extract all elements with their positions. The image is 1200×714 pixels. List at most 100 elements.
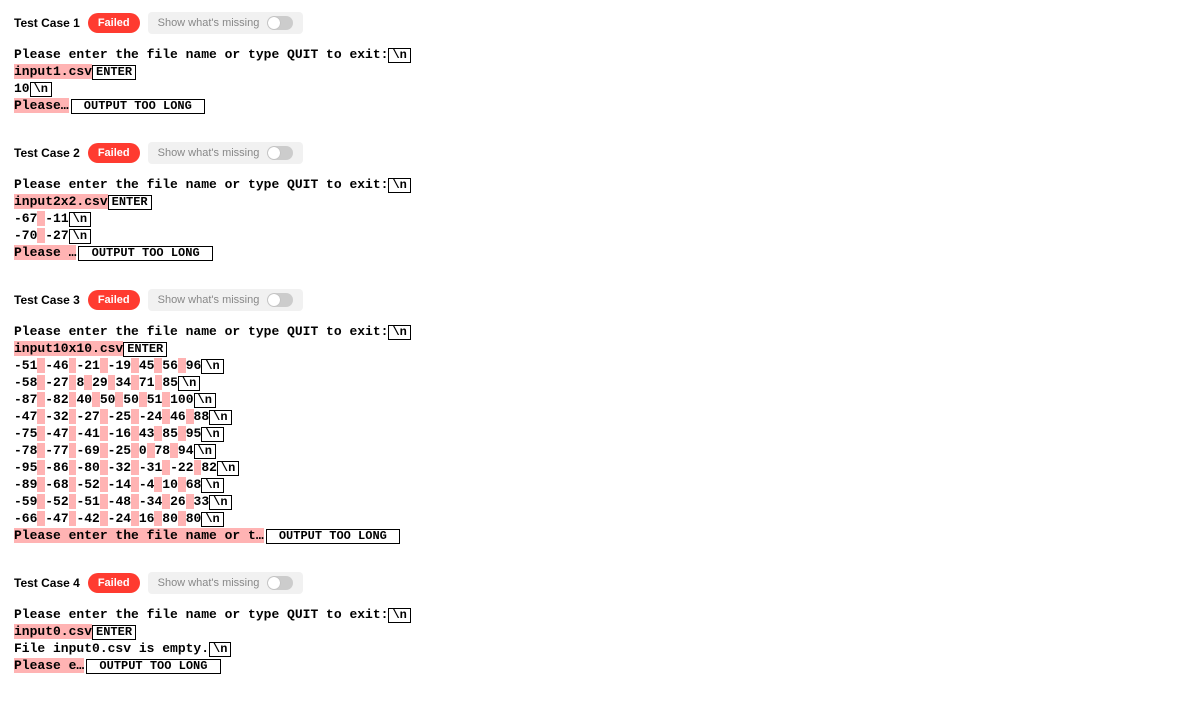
output-text: -82 [45, 392, 68, 407]
output-text: -27 [45, 228, 68, 243]
status-badge-failed: Failed [88, 143, 140, 163]
output-text: -67 [14, 211, 37, 226]
output-line: Please… OUTPUT TOO LONG [14, 97, 1186, 114]
output-text: 100 [170, 392, 193, 407]
highlight-diff: input0.csv [14, 624, 92, 639]
output-text: -77 [45, 443, 68, 458]
highlight-diff [178, 358, 186, 373]
highlight-diff [186, 494, 194, 509]
output-line: Please enter the file name or type QUIT … [14, 46, 1186, 63]
output-line: -75 -47 -41 -16 43 85 95\n [14, 425, 1186, 442]
output-line: -58 -27 8 29 34 71 85\n [14, 374, 1186, 391]
output-text: Please enter the file name or type QUIT … [14, 47, 388, 62]
output-line: -59 -52 -51 -48 -34 26 33\n [14, 493, 1186, 510]
highlight-diff: Please enter the file name or t… [14, 528, 264, 543]
enter-token: ENTER [92, 625, 136, 640]
toggle-switch[interactable] [267, 293, 293, 307]
output-text: Please enter the file name or type QUIT … [14, 324, 388, 339]
output-line: Please enter the file name or type QUIT … [14, 323, 1186, 340]
output-text: -32 [108, 460, 131, 475]
output-text: 85 [162, 426, 178, 441]
output-line: -51 -46 -21 -19 45 56 96\n [14, 357, 1186, 374]
output-text: -59 [14, 494, 37, 509]
highlight-diff [131, 409, 139, 424]
newline-token: \n [217, 461, 239, 476]
output-line: Please enter the file name or t… OUTPUT … [14, 527, 1186, 544]
highlight-diff [131, 358, 139, 373]
output-text: -52 [76, 477, 99, 492]
test-output: Please enter the file name or type QUIT … [14, 606, 1186, 674]
toggle-switch[interactable] [267, 576, 293, 590]
newline-token: \n [69, 212, 91, 227]
output-text: -22 [170, 460, 193, 475]
highlight-diff [162, 392, 170, 407]
output-text: -47 [45, 511, 68, 526]
output-text: -24 [108, 511, 131, 526]
highlight-diff [162, 494, 170, 509]
output-line: Please enter the file name or type QUIT … [14, 176, 1186, 193]
highlight-diff [186, 409, 194, 424]
toggle-switch[interactable] [267, 146, 293, 160]
show-whats-missing-control[interactable]: Show what's missing [148, 289, 304, 311]
highlight-diff: Please e… [14, 658, 84, 673]
newline-token: \n [178, 376, 200, 391]
output-line: -47 -32 -27 -25 -24 46 88\n [14, 408, 1186, 425]
highlight-diff [131, 443, 139, 458]
show-whats-missing-control[interactable]: Show what's missing [148, 572, 304, 594]
test-case: Test Case 1FailedShow what's missing Plea… [14, 12, 1186, 114]
output-text: -42 [76, 511, 99, 526]
highlight-diff [131, 511, 139, 526]
output-text: -34 [139, 494, 162, 509]
enter-token: ENTER [108, 195, 152, 210]
toggle-switch[interactable] [267, 16, 293, 30]
newline-token: \n [388, 178, 410, 193]
output-text: -52 [45, 494, 68, 509]
output-text: 95 [186, 426, 202, 441]
test-case-header: Test Case 4FailedShow what's missing [14, 572, 1186, 594]
output-text: -46 [45, 358, 68, 373]
output-text: -41 [76, 426, 99, 441]
highlight-diff [92, 392, 100, 407]
newline-token: \n [201, 427, 223, 442]
output-text: 51 [147, 392, 163, 407]
output-text: -58 [14, 375, 37, 390]
highlight-diff [131, 426, 139, 441]
output-line: Please enter the file name or type QUIT … [14, 606, 1186, 623]
highlight-diff [162, 409, 170, 424]
output-text: Please enter the file name or type QUIT … [14, 607, 388, 622]
highlight-diff: input10x10.csv [14, 341, 123, 356]
show-whats-missing-control[interactable]: Show what's missing [148, 142, 304, 164]
output-text: -25 [108, 409, 131, 424]
output-text: -14 [108, 477, 131, 492]
output-line: input2x2.csvENTER [14, 193, 1186, 210]
highlight-diff [100, 443, 108, 458]
show-whats-missing-control[interactable]: Show what's missing [148, 12, 304, 34]
output-text: 56 [162, 358, 178, 373]
output-line: File input0.csv is empty.\n [14, 640, 1186, 657]
output-text: -32 [45, 409, 68, 424]
highlight-diff: Please… [14, 98, 69, 113]
output-line: input10x10.csvENTER [14, 340, 1186, 357]
output-text: -11 [45, 211, 68, 226]
output-text: 40 [76, 392, 92, 407]
highlight-diff [100, 358, 108, 373]
output-text: -47 [14, 409, 37, 424]
output-text: 50 [123, 392, 139, 407]
output-text: 43 [139, 426, 155, 441]
output-text: 94 [178, 443, 194, 458]
output-text: -4 [139, 477, 155, 492]
output-text: 82 [201, 460, 217, 475]
output-text: -51 [76, 494, 99, 509]
output-text: 80 [186, 511, 202, 526]
output-text: 29 [92, 375, 108, 390]
output-text: -68 [45, 477, 68, 492]
test-case-header: Test Case 1FailedShow what's missing [14, 12, 1186, 34]
highlight-diff [178, 511, 186, 526]
output-line: -78 -77 -69 -25 0 78 94\n [14, 442, 1186, 459]
output-text: 0 [139, 443, 147, 458]
output-line: input1.csvENTER [14, 63, 1186, 80]
newline-token: \n [388, 48, 410, 63]
highlight-diff [131, 477, 139, 492]
output-text: -75 [14, 426, 37, 441]
test-case: Test Case 4FailedShow what's missing Plea… [14, 572, 1186, 674]
